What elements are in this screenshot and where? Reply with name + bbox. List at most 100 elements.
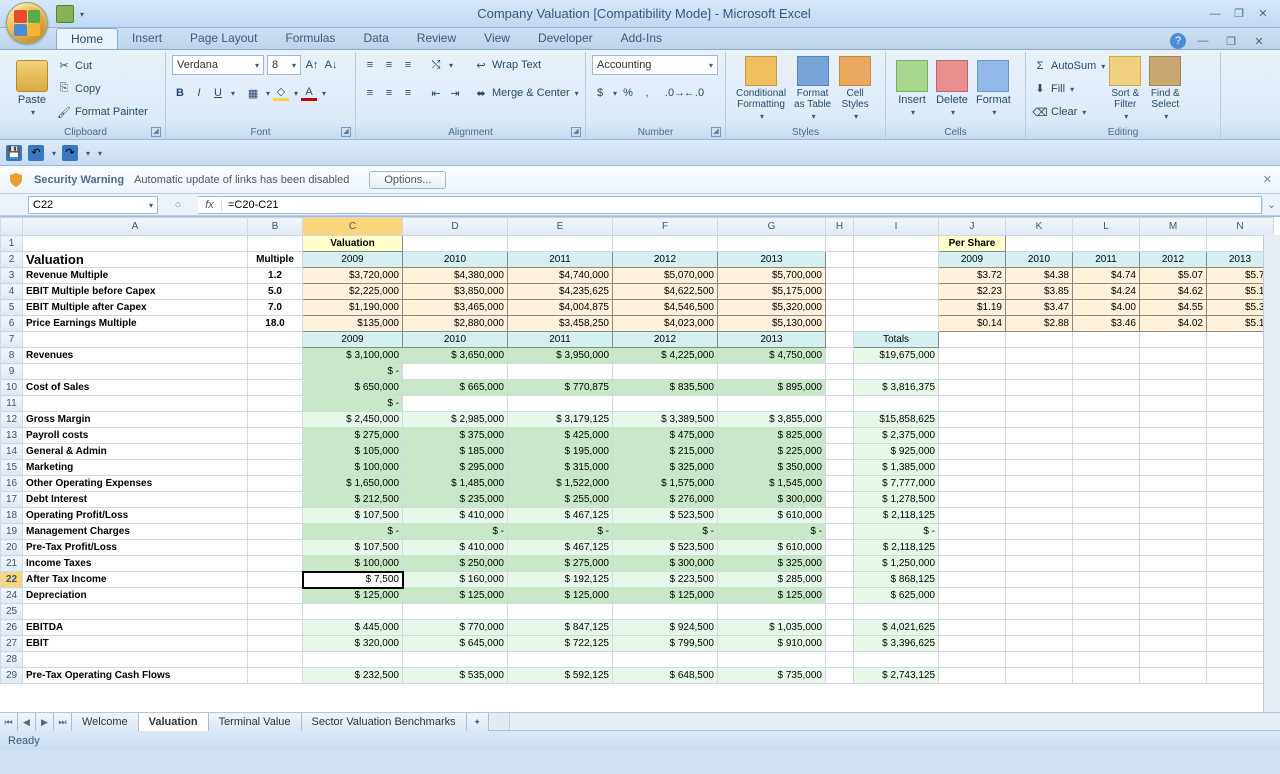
- cell-B13[interactable]: [248, 428, 303, 444]
- cell-F11[interactable]: [613, 396, 718, 412]
- cell-M1[interactable]: [1140, 236, 1207, 252]
- cell-B15[interactable]: [248, 460, 303, 476]
- cell-G15[interactable]: $ 350,000: [718, 460, 826, 476]
- cell-B26[interactable]: [248, 620, 303, 636]
- cell-D25[interactable]: [403, 604, 508, 620]
- cell-L24[interactable]: [1073, 588, 1140, 604]
- cell-L15[interactable]: [1073, 460, 1140, 476]
- cell-G2[interactable]: 2013: [718, 252, 826, 268]
- align-top-icon[interactable]: ≡: [362, 57, 378, 73]
- cell-A9[interactable]: [23, 364, 248, 380]
- row-header-22[interactable]: 22: [1, 572, 23, 588]
- cell-B8[interactable]: [248, 348, 303, 364]
- row-header-2[interactable]: 2: [1, 252, 23, 268]
- column-header-J[interactable]: J: [939, 218, 1006, 236]
- cell-D4[interactable]: $3,850,000: [403, 284, 508, 300]
- cell-C19[interactable]: $ -: [303, 524, 403, 540]
- cell-D22[interactable]: $ 160,000: [403, 572, 508, 588]
- wrap-text-button[interactable]: ↩Wrap Text: [473, 54, 579, 76]
- cell-D6[interactable]: $2,880,000: [403, 316, 508, 332]
- cell-M21[interactable]: [1140, 556, 1207, 572]
- cell-F14[interactable]: $ 215,000: [613, 444, 718, 460]
- grow-font-icon[interactable]: A↑: [304, 57, 320, 73]
- cell-L22[interactable]: [1073, 572, 1140, 588]
- cell-J13[interactable]: [939, 428, 1006, 444]
- cell-C11[interactable]: $ -: [303, 396, 403, 412]
- cell-F8[interactable]: $ 4,225,000: [613, 348, 718, 364]
- format-as-table-button[interactable]: Format as Table: [790, 54, 835, 124]
- cell-G13[interactable]: $ 825,000: [718, 428, 826, 444]
- column-header-I[interactable]: I: [854, 218, 939, 236]
- cell-K10[interactable]: [1006, 380, 1073, 396]
- tab-view[interactable]: View: [470, 28, 524, 49]
- cell-L19[interactable]: [1073, 524, 1140, 540]
- cell-H25[interactable]: [826, 604, 854, 620]
- bold-button[interactable]: B: [172, 85, 188, 101]
- cell-H4[interactable]: [826, 284, 854, 300]
- column-header-C[interactable]: C: [303, 218, 403, 236]
- cell-G16[interactable]: $ 1,545,000: [718, 476, 826, 492]
- font-name-combo[interactable]: Verdana: [172, 55, 264, 75]
- cell-H1[interactable]: [826, 236, 854, 252]
- cell-L5[interactable]: $4.00: [1073, 300, 1140, 316]
- cell-C13[interactable]: $ 275,000: [303, 428, 403, 444]
- cell-G7[interactable]: 2013: [718, 332, 826, 348]
- cell-L9[interactable]: [1073, 364, 1140, 380]
- cell-B7[interactable]: [248, 332, 303, 348]
- cell-K3[interactable]: $4.38: [1006, 268, 1073, 284]
- cell-J3[interactable]: $3.72: [939, 268, 1006, 284]
- cell-M25[interactable]: [1140, 604, 1207, 620]
- cell-J14[interactable]: [939, 444, 1006, 460]
- cell-K24[interactable]: [1006, 588, 1073, 604]
- copy-button[interactable]: ⎘Copy: [56, 78, 148, 100]
- cell-K17[interactable]: [1006, 492, 1073, 508]
- column-header-N[interactable]: N: [1207, 218, 1274, 236]
- cell-L17[interactable]: [1073, 492, 1140, 508]
- row-header-5[interactable]: 5: [1, 300, 23, 316]
- increase-indent-icon[interactable]: ⇥: [447, 85, 463, 101]
- cell-J28[interactable]: [939, 652, 1006, 668]
- cell-A20[interactable]: Pre-Tax Profit/Loss: [23, 540, 248, 556]
- cell-G6[interactable]: $5,130,000: [718, 316, 826, 332]
- cell-B6[interactable]: 18.0: [248, 316, 303, 332]
- format-painter-button[interactable]: 🖌Format Painter: [56, 101, 148, 123]
- cell-F25[interactable]: [613, 604, 718, 620]
- cell-L16[interactable]: [1073, 476, 1140, 492]
- cell-F6[interactable]: $4,023,000: [613, 316, 718, 332]
- cell-K11[interactable]: [1006, 396, 1073, 412]
- cell-C27[interactable]: $ 320,000: [303, 636, 403, 652]
- row-header-9[interactable]: 9: [1, 364, 23, 380]
- cell-L21[interactable]: [1073, 556, 1140, 572]
- row-header-18[interactable]: 18: [1, 508, 23, 524]
- cell-B17[interactable]: [248, 492, 303, 508]
- cell-I15[interactable]: $ 1,385,000: [854, 460, 939, 476]
- cell-D12[interactable]: $ 2,985,000: [403, 412, 508, 428]
- cell-K28[interactable]: [1006, 652, 1073, 668]
- cell-H3[interactable]: [826, 268, 854, 284]
- cell-K15[interactable]: [1006, 460, 1073, 476]
- cell-F26[interactable]: $ 924,500: [613, 620, 718, 636]
- cell-C24[interactable]: $ 125,000: [303, 588, 403, 604]
- cell-J7[interactable]: [939, 332, 1006, 348]
- cell-M29[interactable]: [1140, 668, 1207, 684]
- cell-E22[interactable]: $ 192,125: [508, 572, 613, 588]
- tab-insert[interactable]: Insert: [118, 28, 176, 49]
- cell-C9[interactable]: $ -: [303, 364, 403, 380]
- cell-M19[interactable]: [1140, 524, 1207, 540]
- cell-H15[interactable]: [826, 460, 854, 476]
- cell-B12[interactable]: [248, 412, 303, 428]
- tab-developer[interactable]: Developer: [524, 28, 607, 49]
- cell-E20[interactable]: $ 467,125: [508, 540, 613, 556]
- cell-A25[interactable]: [23, 604, 248, 620]
- cell-F10[interactable]: $ 835,500: [613, 380, 718, 396]
- cell-C20[interactable]: $ 107,500: [303, 540, 403, 556]
- column-header-B[interactable]: B: [248, 218, 303, 236]
- cell-A7[interactable]: [23, 332, 248, 348]
- cell-D9[interactable]: [403, 364, 508, 380]
- cell-K21[interactable]: [1006, 556, 1073, 572]
- cell-M9[interactable]: [1140, 364, 1207, 380]
- office-button[interactable]: [6, 2, 50, 46]
- cell-M2[interactable]: 2012: [1140, 252, 1207, 268]
- name-box[interactable]: C22: [28, 196, 158, 214]
- cell-K5[interactable]: $3.47: [1006, 300, 1073, 316]
